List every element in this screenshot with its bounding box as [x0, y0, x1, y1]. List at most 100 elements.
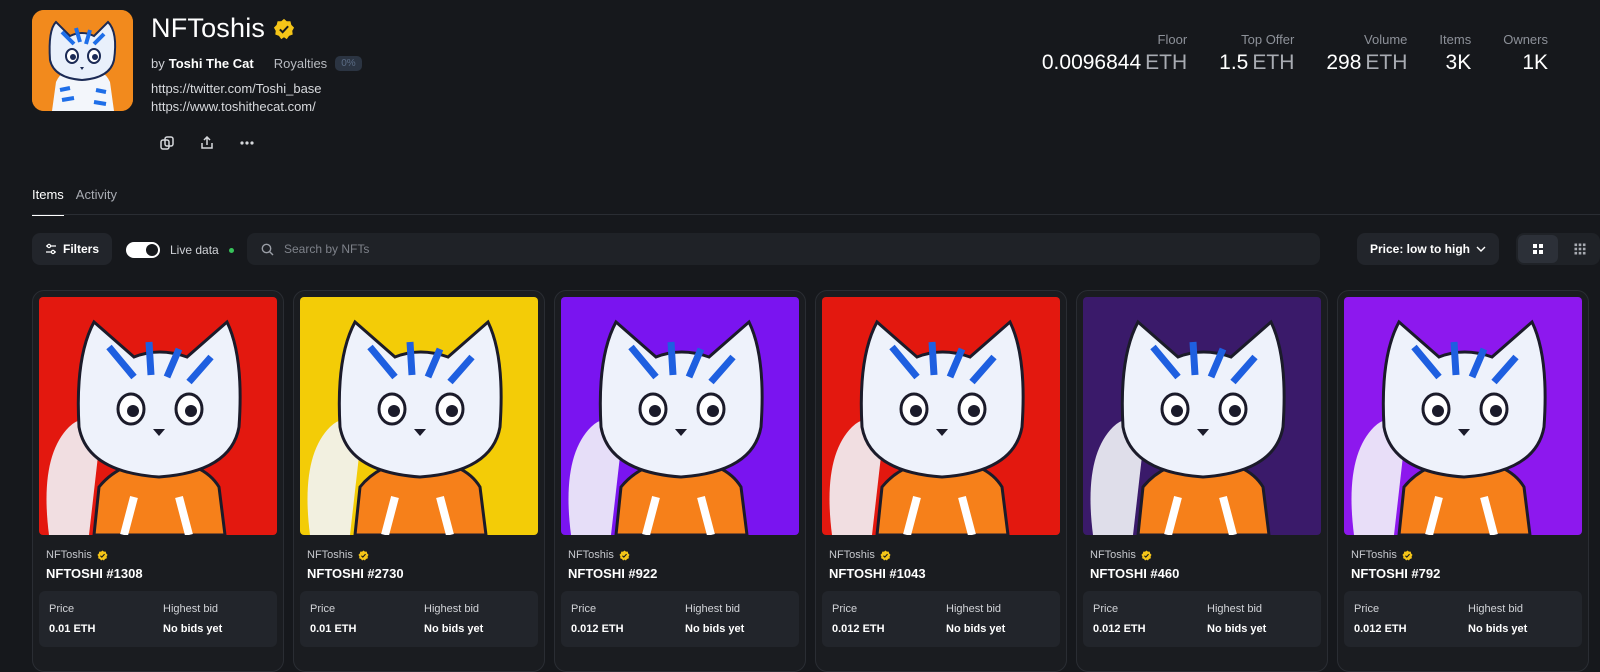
- highest-bid-value: No bids yet: [163, 623, 223, 635]
- royalties-label: Royalties: [273, 56, 328, 71]
- nft-card[interactable]: NFToshis NFTOSHI #1308 Price 0.01 ETH Hi…: [32, 290, 284, 672]
- collection-stats: Floor 0.0096844 ETH Top Offer 1.5 ETH Volu…: [1042, 32, 1548, 75]
- highest-bid-value: No bids yet: [1207, 623, 1267, 635]
- stat-owners: Owners 1K: [1503, 32, 1548, 74]
- nft-image: [300, 297, 538, 535]
- price-value: 0.012 ETH: [1093, 623, 1146, 635]
- filters-label: Filters: [62, 242, 99, 256]
- card-price-box: Price 0.012 ETH Highest bid No bids yet: [561, 591, 799, 647]
- price-label: Price: [310, 603, 336, 615]
- highest-bid-value: No bids yet: [424, 623, 484, 635]
- search-input[interactable]: [282, 241, 1186, 257]
- highest-bid-value: No bids yet: [1468, 623, 1528, 635]
- nft-card[interactable]: NFToshis NFTOSHI #2730 Price 0.01 ETH Hi…: [293, 290, 545, 672]
- view-toggle: [1516, 233, 1600, 265]
- card-price-box: Price 0.01 ETH Highest bid No bids yet: [300, 591, 538, 647]
- price-value: 0.01 ETH: [310, 623, 357, 635]
- stat-floor: Floor 0.0096844 ETH: [1041, 32, 1188, 74]
- card-nft-name: NFTOSHI #1308: [46, 566, 143, 581]
- card-nft-name: NFTOSHI #460: [1090, 566, 1180, 581]
- sort-label: Price: low to high: [1369, 242, 1470, 256]
- collection-title: NFToshis: [151, 13, 266, 43]
- highest-bid-value: No bids yet: [946, 623, 1006, 635]
- live-data-toggle[interactable]: [126, 242, 160, 258]
- search-bar: [247, 233, 1320, 265]
- card-price-box: Price 0.012 ETH Highest bid No bids yet: [1344, 591, 1582, 647]
- price-label: Price: [1093, 603, 1119, 615]
- price-value: 0.012 ETH: [571, 623, 624, 635]
- highest-bid-label: Highest bid: [1207, 603, 1263, 615]
- more-options-icon[interactable]: [238, 134, 256, 152]
- website-link[interactable]: https://www.toshithecat.com/: [151, 98, 322, 116]
- nft-image: [561, 297, 799, 535]
- card-collection-name: NFToshis: [568, 549, 614, 561]
- card-nft-name: NFTOSHI #2730: [307, 566, 404, 581]
- by-prefix: by: [151, 56, 165, 71]
- card-collection-name: NFToshis: [307, 549, 353, 561]
- highest-bid-value: No bids yet: [685, 623, 745, 635]
- price-value: 0.012 ETH: [1354, 623, 1407, 635]
- verified-badge-icon: [1402, 549, 1413, 561]
- grid-large-icon: [1533, 244, 1543, 254]
- filters-button[interactable]: Filters: [32, 233, 112, 265]
- nft-card[interactable]: NFToshis NFTOSHI #460 Price 0.012 ETH Hi…: [1076, 290, 1328, 672]
- price-label: Price: [832, 603, 858, 615]
- card-collection-name: NFToshis: [46, 549, 92, 561]
- tab-divider: [32, 214, 1600, 215]
- verified-badge-icon: [1141, 549, 1152, 561]
- card-collection-name: NFToshis: [829, 549, 875, 561]
- price-value: 0.01 ETH: [49, 623, 96, 635]
- collection-avatar: [32, 10, 133, 111]
- card-nft-name: NFTOSHI #922: [568, 566, 658, 581]
- twitter-link[interactable]: https://twitter.com/Toshi_base: [151, 80, 322, 98]
- verified-badge-icon: [97, 549, 108, 561]
- price-label: Price: [49, 603, 75, 615]
- collection-actions: [158, 134, 256, 152]
- card-nft-name: NFTOSHI #792: [1351, 566, 1441, 581]
- card-price-box: Price 0.012 ETH Highest bid No bids yet: [1083, 591, 1321, 647]
- nft-card[interactable]: NFToshis NFTOSHI #1043 Price 0.012 ETH H…: [815, 290, 1067, 672]
- royalties-badge: 0%: [335, 56, 362, 71]
- small-grid-view-button[interactable]: [1560, 235, 1600, 263]
- highest-bid-label: Highest bid: [685, 603, 741, 615]
- tab-activity[interactable]: Activity: [76, 187, 117, 216]
- sort-dropdown[interactable]: Price: low to high: [1357, 233, 1499, 265]
- collection-links: https://twitter.com/Toshi_base https://w…: [151, 80, 322, 116]
- tab-bar: Items Activity: [32, 187, 117, 216]
- stat-top-offer: Top Offer 1.5 ETH: [1219, 32, 1295, 74]
- highest-bid-label: Highest bid: [424, 603, 480, 615]
- copy-icon[interactable]: [158, 134, 176, 152]
- share-icon[interactable]: [198, 134, 216, 152]
- highest-bid-label: Highest bid: [1468, 603, 1524, 615]
- nft-image: [1083, 297, 1321, 535]
- nft-image: [39, 297, 277, 535]
- highest-bid-label: Highest bid: [163, 603, 219, 615]
- creator-link[interactable]: Toshi The Cat: [169, 56, 254, 71]
- stat-volume: Volume 298 ETH: [1326, 32, 1408, 74]
- verified-badge-icon: [358, 549, 369, 561]
- card-collection-name: NFToshis: [1090, 549, 1136, 561]
- card-price-box: Price 0.01 ETH Highest bid No bids yet: [39, 591, 277, 647]
- nft-card[interactable]: NFToshis NFTOSHI #792 Price 0.012 ETH Hi…: [1337, 290, 1589, 672]
- live-data-label: Live data: [170, 243, 219, 257]
- grid-small-icon: [1574, 243, 1586, 255]
- card-price-box: Price 0.012 ETH Highest bid No bids yet: [822, 591, 1060, 647]
- nft-card[interactable]: NFToshis NFTOSHI #922 Price 0.012 ETH Hi…: [554, 290, 806, 672]
- tab-items[interactable]: Items: [32, 187, 64, 216]
- card-collection-name: NFToshis: [1351, 549, 1397, 561]
- stat-items: Items 3K: [1439, 32, 1472, 74]
- search-icon: [261, 243, 274, 255]
- large-grid-view-button[interactable]: [1518, 235, 1558, 263]
- verified-badge-icon: [619, 549, 630, 561]
- verified-badge-icon: [880, 549, 891, 561]
- highest-bid-label: Highest bid: [946, 603, 1002, 615]
- filters-icon: [45, 243, 56, 255]
- nft-grid: NFToshis NFTOSHI #1308 Price 0.01 ETH Hi…: [32, 290, 1589, 672]
- nft-image: [1344, 297, 1582, 535]
- price-label: Price: [571, 603, 597, 615]
- chevron-down-icon: [1476, 246, 1486, 252]
- nft-image: [822, 297, 1060, 535]
- price-label: Price: [1354, 603, 1380, 615]
- verified-badge-icon: [274, 18, 295, 39]
- price-value: 0.012 ETH: [832, 623, 885, 635]
